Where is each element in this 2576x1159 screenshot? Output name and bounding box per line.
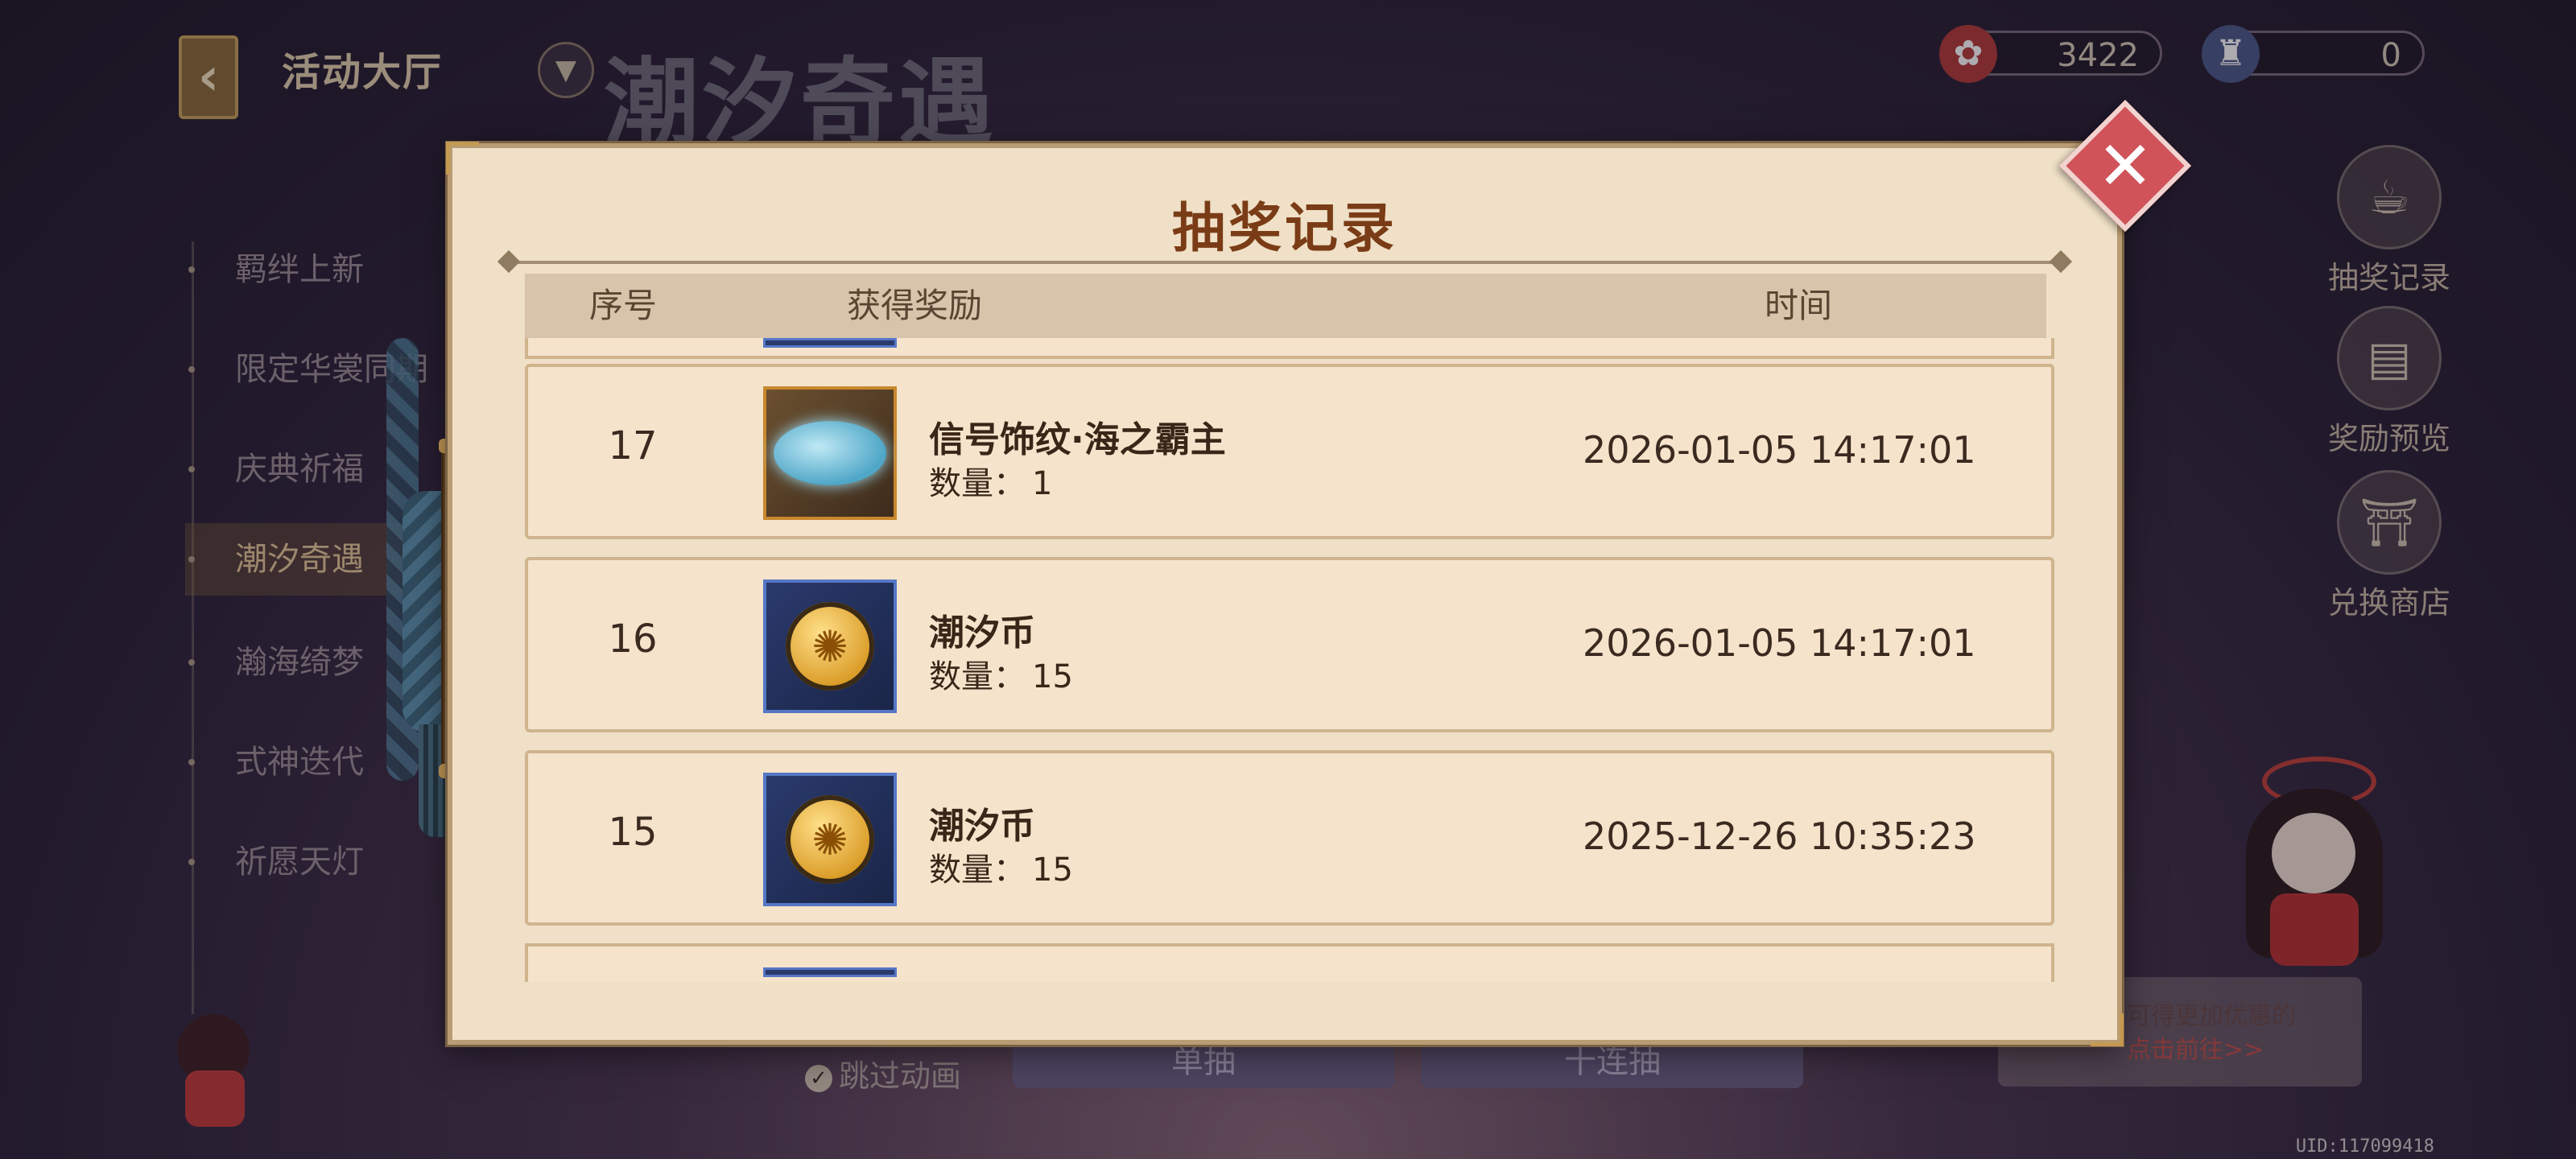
quantity-value: 1 [1032,465,1053,502]
quantity-label: 数量： [929,658,1026,695]
reward-name: 潮汐币 [929,612,1035,654]
row-index: 15 [608,810,658,855]
record-list[interactable]: 17 信号饰纹·海之霸主 数量： 1 2026-01-05 14:17:01 16… [525,338,2062,982]
row-index: 17 [608,423,658,468]
table-row: 16 ✺ 潮汐币 数量： 15 2026-01-05 14:17:01 [525,557,2054,732]
reward-quantity: 数量： 15 [929,650,1073,697]
reward-name: 潮汐币 [929,806,1035,847]
table-row: 15 ✺ 潮汐币 数量： 15 2025-12-26 10:35:23 [525,750,2054,926]
quantity-value: 15 [1032,852,1073,889]
close-icon[interactable]: ✕ [2079,119,2172,212]
modal-title: 抽奖记录 [1172,196,1397,259]
column-time: 时间 [1765,286,1833,325]
tide-coin-icon[interactable]: ✺ [763,773,897,906]
reward-quantity: 数量： 15 [929,843,1073,890]
reward-time: 2026-01-05 14:17:01 [1583,621,1976,665]
column-reward: 获得奖励 [847,286,983,325]
column-index: 序号 [589,286,658,325]
table-header: 序号 获得奖励 时间 [525,274,2046,338]
quantity-value: 15 [1032,658,1073,695]
row-index: 16 [608,617,658,662]
table-row-partial-bottom [525,943,2054,982]
tide-coin-icon[interactable]: ✺ [763,580,897,713]
whale-frame-icon[interactable] [763,386,897,520]
reward-time: 2026-01-05 14:17:01 [1583,428,1976,472]
draw-record-modal: 抽奖记录 序号 获得奖励 时间 17 信号饰纹·海之霸主 数量： 1 2026-0… [446,142,2124,1046]
quantity-label: 数量： [929,852,1026,889]
title-divider [509,261,2061,264]
reward-quantity: 数量： 1 [929,457,1052,504]
quantity-label: 数量： [929,465,1026,502]
reward-time: 2025-12-26 10:35:23 [1583,815,1976,858]
reward-name: 信号饰纹·海之霸主 [929,419,1226,460]
table-row-partial-top [525,338,2054,359]
table-row: 17 信号饰纹·海之霸主 数量： 1 2026-01-05 14:17:01 [525,364,2054,539]
